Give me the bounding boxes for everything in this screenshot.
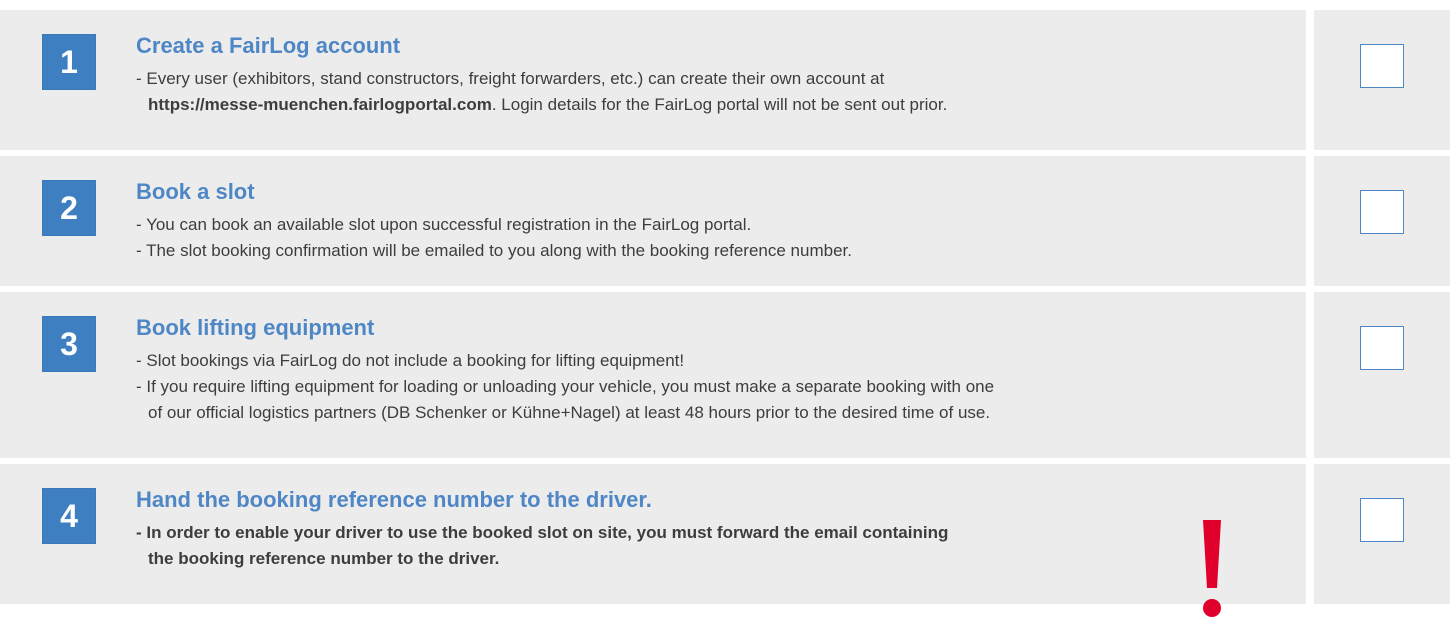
step-content-2: Book a slot - You can book an available … bbox=[136, 178, 1266, 264]
step-panel-2: 2 Book a slot - You can book an availabl… bbox=[0, 156, 1306, 286]
step-3-line-1: - Slot bookings via FairLog do not inclu… bbox=[136, 351, 685, 370]
step-title-2: Book a slot bbox=[136, 179, 255, 204]
step-content-4: Hand the booking reference number to the… bbox=[136, 486, 1266, 572]
step-4-line-2: the booking reference number to the driv… bbox=[148, 549, 500, 568]
step-4-checkbox[interactable] bbox=[1360, 498, 1404, 542]
step-number-4: 4 bbox=[42, 488, 96, 544]
step-4-line-1: - In order to enable your driver to use … bbox=[136, 523, 949, 542]
step-number-1: 1 bbox=[42, 34, 96, 90]
step-1-url-suffix: . Login details for the FairLog portal w… bbox=[491, 95, 948, 114]
step-panel-4: 4 Hand the booking reference number to t… bbox=[0, 464, 1306, 617]
step-2-line-1: - You can book an available slot upon su… bbox=[136, 215, 752, 234]
step-1-line-1: - Every user (exhibitors, stand construc… bbox=[136, 69, 885, 88]
step-title-4: Hand the booking reference number to the… bbox=[136, 487, 652, 512]
step-1-line-2: https://messe-muenchen.fairlogportal.com… bbox=[136, 92, 1266, 118]
step-content-1: Create a FairLog account - Every user (e… bbox=[136, 32, 1266, 118]
step-panel-1: 1 Create a FairLog account - Every user … bbox=[0, 10, 1306, 150]
step-1-checkbox[interactable] bbox=[1360, 44, 1404, 88]
step-title-1: Create a FairLog account bbox=[136, 33, 401, 58]
step-content-3: Book lifting equipment - Slot bookings v… bbox=[136, 314, 1266, 426]
step-panel-3: 3 Book lifting equipment - Slot bookings… bbox=[0, 292, 1306, 458]
step-2-checkbox[interactable] bbox=[1360, 190, 1404, 234]
step-title-3: Book lifting equipment bbox=[136, 315, 375, 340]
fairlog-portal-url: https://messe-muenchen.fairlogportal.com bbox=[148, 95, 492, 114]
exclamation-icon bbox=[1203, 520, 1221, 617]
check-cell-1 bbox=[1314, 10, 1450, 150]
step-row-1: 1 Create a FairLog account - Every user … bbox=[0, 10, 1450, 150]
step-2-line-2: - The slot booking confirmation will be … bbox=[136, 241, 852, 260]
step-row-3: 3 Book lifting equipment - Slot bookings… bbox=[0, 292, 1450, 458]
step-3-checkbox[interactable] bbox=[1360, 326, 1404, 370]
step-3-line-2: - If you require lifting equipment for l… bbox=[136, 377, 995, 396]
check-cell-4 bbox=[1314, 464, 1450, 604]
step-row-2: 2 Book a slot - You can book an availabl… bbox=[0, 156, 1450, 286]
check-cell-3 bbox=[1314, 292, 1450, 458]
step-number-3: 3 bbox=[42, 316, 96, 372]
step-3-line-3: of our official logistics partners (DB S… bbox=[148, 403, 991, 422]
step-row-4: 4 Hand the booking reference number to t… bbox=[0, 464, 1450, 617]
step-number-2: 2 bbox=[42, 180, 96, 236]
check-cell-2 bbox=[1314, 156, 1450, 286]
